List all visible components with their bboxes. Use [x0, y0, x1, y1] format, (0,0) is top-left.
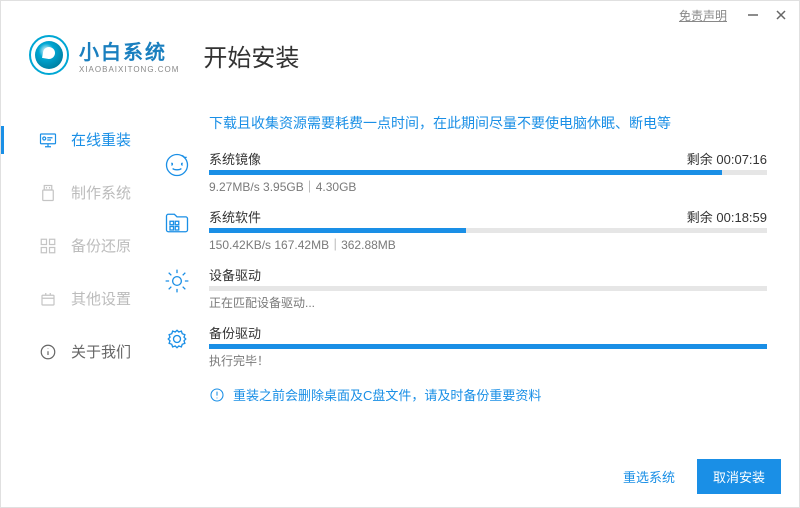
face-icon	[163, 151, 191, 179]
minimize-icon	[747, 9, 759, 21]
task-detail: 正在匹配设备驱动...	[209, 294, 315, 311]
title-bar: 免责声明	[1, 1, 799, 29]
progress-bar	[209, 228, 767, 233]
notice-text: 重装之前会删除桌面及C盘文件，请及时备份重要资料	[233, 385, 541, 404]
logo-icon	[29, 35, 69, 75]
progress-bar	[209, 344, 767, 349]
close-button[interactable]	[767, 1, 795, 29]
warning-text: 下载且收集资源需要耗费一点时间，在此期间尽量不要使电脑休眠、断电等	[209, 113, 767, 133]
sidebar-item-settings[interactable]: 其他设置	[1, 272, 161, 325]
disclaimer-link[interactable]: 免责声明	[679, 7, 727, 24]
usb-icon	[39, 184, 57, 202]
info-icon	[39, 343, 57, 361]
brand-name-en: XIAOBAIXITONG.COM	[79, 65, 179, 74]
footer: 重选系统 取消安装	[1, 459, 799, 507]
main: 下载且收集资源需要耗费一点时间，在此期间尽量不要使电脑休眠、断电等 系统镜像剩余…	[161, 89, 799, 469]
brand-name-cn: 小白系统	[79, 36, 179, 65]
folder-grid-icon	[163, 209, 191, 237]
sidebar-item-label: 关于我们	[71, 341, 131, 362]
task-detail: 执行完毕！	[209, 352, 269, 369]
task-remain: 剩余 00:07:16	[687, 149, 767, 168]
task-backup-driver: 备份驱动 执行完毕！	[161, 323, 767, 377]
close-icon	[775, 9, 787, 21]
alert-icon	[209, 387, 225, 403]
sidebar-item-label: 在线重装	[71, 129, 131, 150]
sidebar: 在线重装 制作系统 备份还原 其他设置 关于我们	[1, 89, 161, 469]
monitor-icon	[39, 131, 57, 149]
task-remain: 剩余 00:18:59	[687, 207, 767, 226]
brand: 小白系统 XIAOBAIXITONG.COM	[79, 36, 179, 74]
page-title: 开始安装	[203, 38, 299, 73]
task-detail: 9.27MB/s 3.95GB｜4.30GB	[209, 178, 356, 195]
task-detail: 150.42KB/s 167.42MB｜362.88MB	[209, 236, 396, 253]
task-system-software: 系统软件 剩余 00:18:59 150.42KB/s 167.42MB｜362.…	[161, 207, 767, 261]
task-device-driver: 设备驱动 正在匹配设备驱动...	[161, 265, 767, 319]
progress-bar	[209, 170, 767, 175]
grid-icon	[39, 237, 57, 255]
minimize-button[interactable]	[739, 1, 767, 29]
sidebar-item-backup[interactable]: 备份还原	[1, 219, 161, 272]
cancel-install-button[interactable]: 取消安装	[697, 459, 781, 494]
task-title: 备份驱动	[209, 323, 261, 342]
sidebar-item-makesystem[interactable]: 制作系统	[1, 166, 161, 219]
notice: 重装之前会删除桌面及C盘文件，请及时备份重要资料	[209, 385, 767, 404]
sidebar-item-about[interactable]: 关于我们	[1, 325, 161, 378]
sidebar-item-label: 备份还原	[71, 235, 131, 256]
reselect-system-button[interactable]: 重选系统	[619, 459, 679, 494]
box-icon	[39, 290, 57, 308]
task-title: 系统镜像	[209, 149, 261, 168]
header: 小白系统 XIAOBAIXITONG.COM 开始安装	[1, 29, 799, 89]
task-title: 设备驱动	[209, 265, 261, 284]
gear-outline-icon	[163, 325, 191, 353]
sidebar-item-label: 制作系统	[71, 182, 131, 203]
task-system-image: 系统镜像 剩余 00:07:16 9.27MB/s 3.95GB｜4.30GB	[161, 149, 767, 203]
sidebar-item-reinstall[interactable]: 在线重装	[1, 113, 161, 166]
progress-bar	[209, 286, 767, 291]
sidebar-item-label: 其他设置	[71, 288, 131, 309]
task-title: 系统软件	[209, 207, 261, 226]
gear-icon	[163, 267, 191, 295]
